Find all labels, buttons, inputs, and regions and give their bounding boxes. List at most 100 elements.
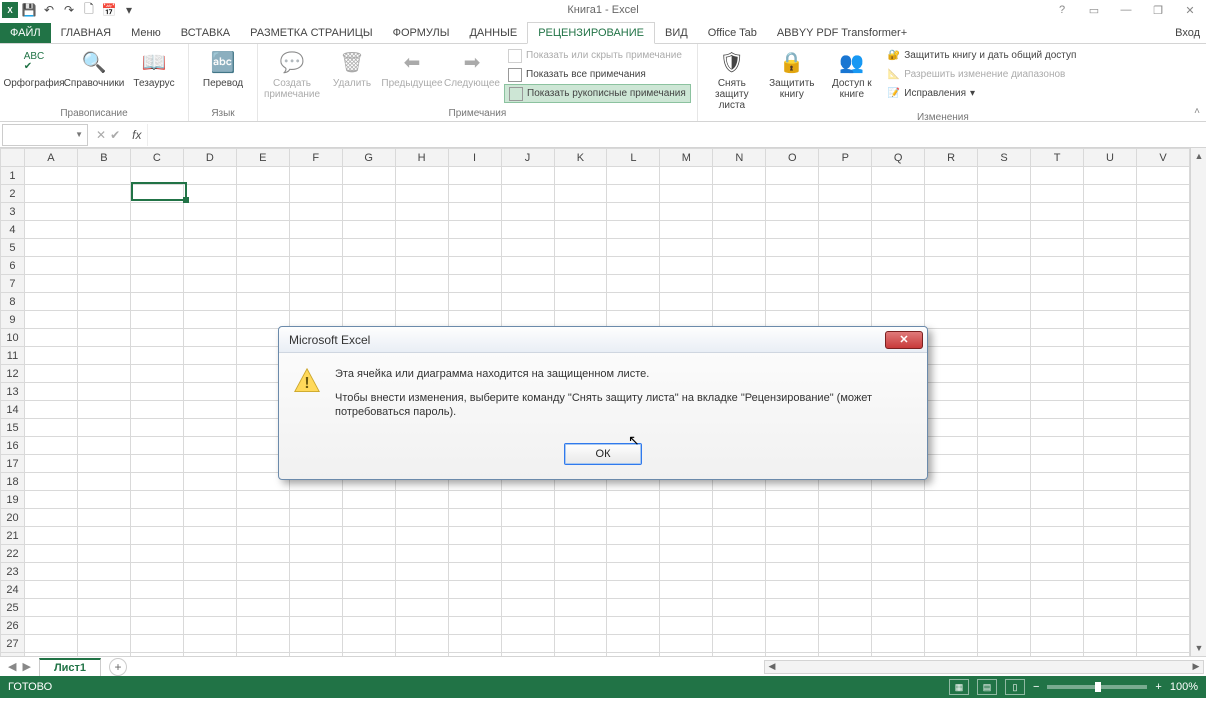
cell[interactable]	[713, 293, 766, 311]
cell[interactable]	[183, 401, 236, 419]
cell[interactable]	[978, 419, 1031, 437]
cell[interactable]	[872, 527, 925, 545]
cell[interactable]	[1136, 563, 1189, 581]
cell[interactable]	[501, 527, 554, 545]
row-header[interactable]: 23	[1, 563, 25, 581]
cell[interactable]	[1136, 347, 1189, 365]
cell[interactable]	[24, 599, 77, 617]
cell[interactable]	[236, 563, 289, 581]
cell[interactable]	[978, 599, 1031, 617]
row-header[interactable]: 8	[1, 293, 25, 311]
cell[interactable]	[607, 653, 660, 657]
cell[interactable]	[236, 167, 289, 185]
cell[interactable]	[501, 653, 554, 657]
cell[interactable]	[183, 383, 236, 401]
cell[interactable]	[978, 329, 1031, 347]
cell[interactable]	[1136, 527, 1189, 545]
cell[interactable]	[342, 617, 395, 635]
row-header[interactable]: 5	[1, 239, 25, 257]
cell[interactable]	[183, 581, 236, 599]
cell[interactable]	[1084, 257, 1137, 275]
cell[interactable]	[554, 545, 607, 563]
cell[interactable]	[660, 563, 713, 581]
cell[interactable]	[77, 347, 130, 365]
col-header[interactable]: K	[554, 149, 607, 167]
cell[interactable]	[236, 545, 289, 563]
cell[interactable]	[872, 617, 925, 635]
cell[interactable]	[395, 653, 448, 657]
cell[interactable]	[342, 185, 395, 203]
cell[interactable]	[183, 635, 236, 653]
cell[interactable]	[713, 653, 766, 657]
cell[interactable]	[978, 617, 1031, 635]
tab-page-layout[interactable]: РАЗМЕТКА СТРАНИЦЫ	[240, 23, 382, 43]
cell[interactable]	[395, 185, 448, 203]
cell[interactable]	[236, 581, 289, 599]
fill-handle[interactable]	[183, 197, 189, 203]
cell[interactable]	[1136, 401, 1189, 419]
cell[interactable]	[501, 275, 554, 293]
cell[interactable]	[183, 329, 236, 347]
cell[interactable]	[819, 509, 872, 527]
cell[interactable]	[24, 491, 77, 509]
cell[interactable]	[1084, 203, 1137, 221]
cell[interactable]	[978, 545, 1031, 563]
tab-review[interactable]: РЕЦЕНЗИРОВАНИЕ	[527, 22, 655, 44]
cell[interactable]	[1031, 617, 1084, 635]
cell[interactable]	[978, 437, 1031, 455]
cell[interactable]	[77, 581, 130, 599]
cell[interactable]	[925, 365, 978, 383]
btn-spelling[interactable]: ABC✔ Орфография	[6, 46, 62, 89]
hscroll-left-icon[interactable]: ◀	[765, 661, 779, 672]
sign-in[interactable]: Вход	[1175, 27, 1200, 39]
cell[interactable]	[183, 221, 236, 239]
cell[interactable]	[236, 185, 289, 203]
cell[interactable]	[24, 257, 77, 275]
cell[interactable]	[130, 275, 183, 293]
cell[interactable]	[978, 527, 1031, 545]
cell[interactable]	[501, 257, 554, 275]
cell[interactable]	[342, 635, 395, 653]
cell[interactable]	[925, 311, 978, 329]
cell[interactable]	[978, 473, 1031, 491]
cell[interactable]	[554, 203, 607, 221]
cell[interactable]	[24, 635, 77, 653]
cell[interactable]	[342, 221, 395, 239]
row-header[interactable]: 10	[1, 329, 25, 347]
cell[interactable]	[130, 635, 183, 653]
tab-office-tab[interactable]: Office Tab	[698, 23, 767, 43]
cell[interactable]	[1136, 365, 1189, 383]
cell[interactable]	[236, 491, 289, 509]
cell[interactable]	[130, 203, 183, 221]
cell[interactable]	[978, 311, 1031, 329]
cell[interactable]	[554, 239, 607, 257]
cell[interactable]	[289, 275, 342, 293]
cell[interactable]	[1084, 275, 1137, 293]
cell[interactable]	[1136, 545, 1189, 563]
ribbon-options-button[interactable]: ▭	[1082, 2, 1106, 18]
cell[interactable]	[24, 311, 77, 329]
cell[interactable]	[77, 419, 130, 437]
tab-data[interactable]: ДАННЫЕ	[459, 23, 527, 43]
col-header[interactable]: N	[713, 149, 766, 167]
cell[interactable]	[713, 491, 766, 509]
vertical-scrollbar[interactable]: ▲ ▼	[1190, 148, 1206, 656]
cell[interactable]	[554, 527, 607, 545]
cell[interactable]	[660, 221, 713, 239]
cell[interactable]	[713, 635, 766, 653]
cell[interactable]	[183, 257, 236, 275]
fx-label[interactable]: fx	[126, 128, 147, 142]
cell[interactable]	[448, 545, 501, 563]
cell[interactable]	[554, 167, 607, 185]
cell[interactable]	[289, 491, 342, 509]
cell[interactable]	[1136, 491, 1189, 509]
cell[interactable]	[1136, 473, 1189, 491]
row-header[interactable]: 16	[1, 437, 25, 455]
cell[interactable]	[1084, 599, 1137, 617]
cell[interactable]	[872, 221, 925, 239]
cell[interactable]	[183, 293, 236, 311]
cell[interactable]	[130, 473, 183, 491]
cell[interactable]	[342, 563, 395, 581]
cell[interactable]	[607, 527, 660, 545]
cell[interactable]	[236, 599, 289, 617]
